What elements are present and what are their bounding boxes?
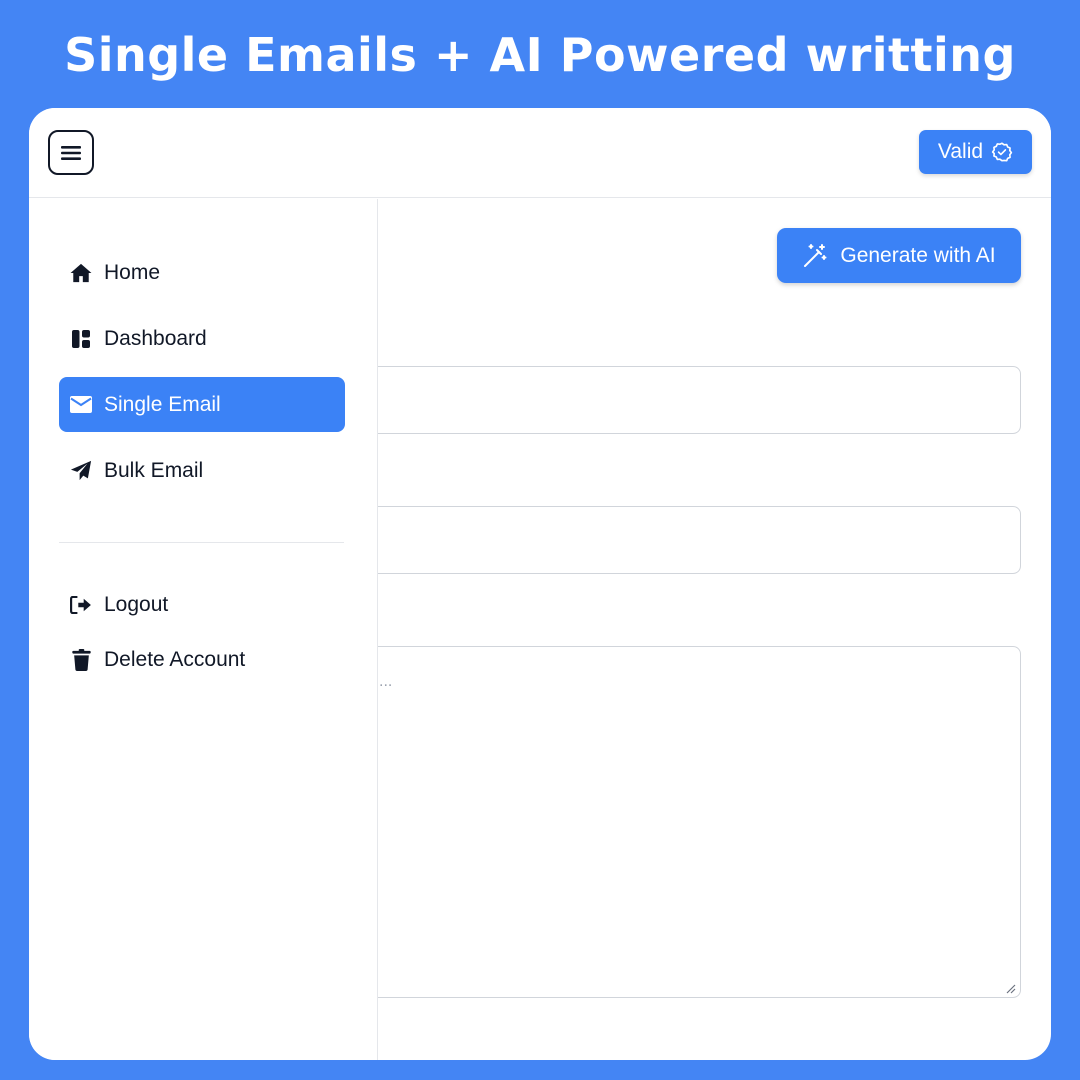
subject-input[interactable] [378, 506, 1021, 574]
sidebar-item-dashboard[interactable]: Dashboard [59, 311, 345, 366]
sidebar-divider [59, 542, 344, 543]
sidebar-item-label: Logout [104, 592, 169, 616]
sidebar-item-single-email[interactable]: Single Email [59, 377, 345, 432]
sidebar-item-label: Bulk Email [104, 458, 204, 482]
sidebar-item-home[interactable]: Home [59, 245, 345, 300]
magic-wand-icon [804, 243, 827, 267]
hamburger-icon [61, 145, 81, 160]
sidebar-item-logout[interactable]: Logout [59, 577, 345, 632]
resize-handle-icon[interactable] [1004, 982, 1016, 994]
promo-title: Single Emails + AI Powered writting [64, 28, 1016, 82]
sidebar-item-label: Dashboard [104, 326, 207, 350]
verified-badge-icon [991, 142, 1013, 162]
sidebar-item-delete-account[interactable]: Delete Account [59, 632, 345, 687]
paper-plane-icon [70, 460, 92, 482]
valid-badge-label: Valid [937, 140, 984, 163]
generate-with-ai-button[interactable]: Generate with AI [777, 228, 1021, 283]
sidebar-item-bulk-email[interactable]: Bulk Email [59, 443, 345, 498]
valid-badge[interactable]: Valid [919, 130, 1032, 174]
generate-with-ai-label: Generate with AI [840, 243, 996, 267]
recipient-input[interactable] [378, 366, 1021, 434]
main-content: Generate with AI ... [378, 199, 1051, 1060]
sidebar: Home Dashboard Single Email Bulk Email L… [29, 199, 378, 1060]
home-icon [70, 262, 92, 284]
sidebar-item-label: Single Email [104, 392, 221, 416]
sidebar-item-label: Home [104, 260, 161, 284]
envelope-icon [70, 394, 92, 416]
menu-button[interactable] [48, 130, 94, 175]
logout-icon [70, 594, 92, 616]
dashboard-icon [70, 328, 92, 350]
sidebar-item-label: Delete Account [104, 647, 246, 671]
top-bar: Valid [29, 108, 1051, 198]
message-placeholder: ... [379, 673, 393, 690]
message-textarea[interactable]: ... [378, 646, 1021, 998]
app-window: Valid Home Dashboard Single Email Bulk E… [29, 108, 1051, 1060]
trash-icon [70, 648, 92, 671]
